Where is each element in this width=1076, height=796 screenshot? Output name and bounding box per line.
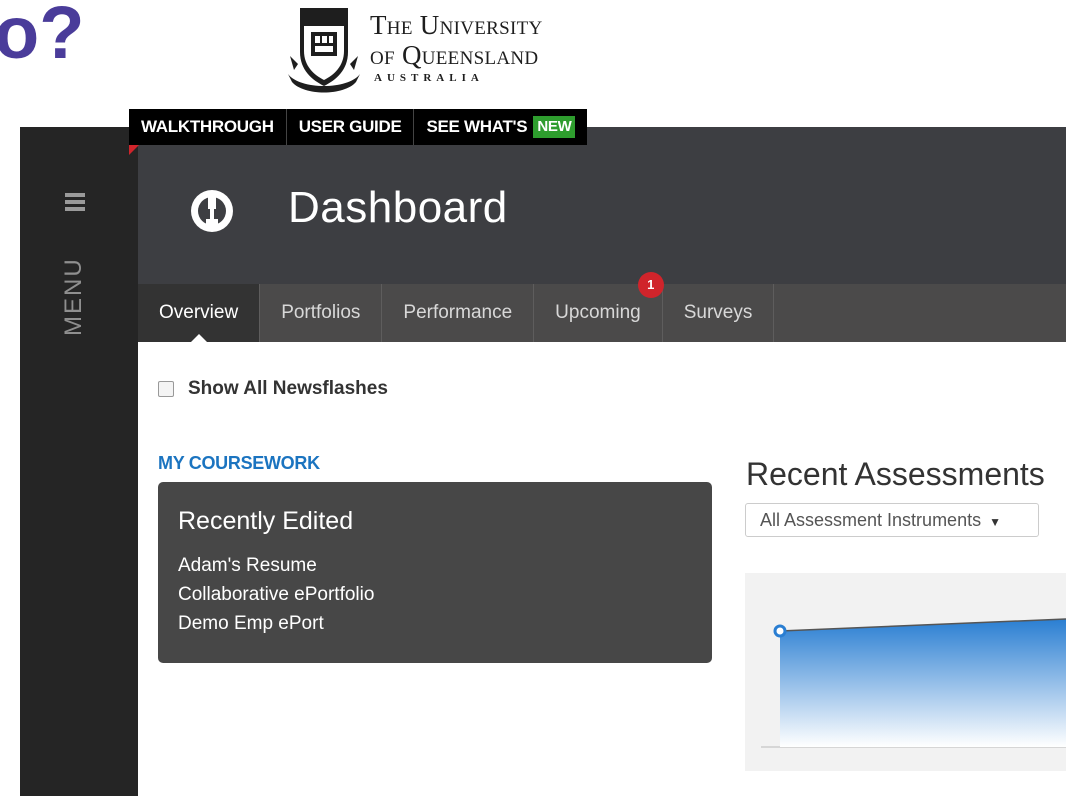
dropdown-caret-icon: ▼ [989,515,1001,529]
show-newsflashes-toggle[interactable]: Show All Newsflashes [158,378,388,400]
tab-performance[interactable]: Performance [382,284,535,342]
overview-content: Show All Newsflashes MY COURSEWORK Recen… [138,342,1067,796]
recently-edited-card: Recently Edited Adam's Resume Collaborat… [158,482,712,663]
university-crest-icon [288,8,360,93]
dashboard-gauge-icon [191,190,233,232]
page-header: Dashboard [138,127,1066,284]
tab-upcoming-label: Upcoming [555,302,641,323]
university-name-line1: The University [370,10,543,40]
university-name-line2: of Queensland [370,40,539,70]
recent-item-demo-emp-eport[interactable]: Demo Emp ePort [178,609,374,638]
new-badge: NEW [533,116,576,138]
whats-new-link[interactable]: SEE WHAT'S NEW [414,109,587,145]
recently-edited-list: Adam's Resume Collaborative ePortfolio D… [178,551,374,638]
slide-title-fragment: o? [0,0,85,74]
recent-assessments-chart [745,573,1067,771]
page-title: Dashboard [288,183,508,232]
show-newsflashes-label: Show All Newsflashes [188,378,388,399]
app-window: MENU Dashboard Overview Portfolios Perfo… [20,127,1067,796]
assessment-instrument-select[interactable]: All Assessment Instruments ▼ [745,503,1039,537]
recent-item-adams-resume[interactable]: Adam's Resume [178,551,374,580]
tab-portfolios[interactable]: Portfolios [260,284,383,342]
user-guide-link[interactable]: USER GUIDE [287,109,415,145]
assessment-instrument-value: All Assessment Instruments [760,510,982,530]
chart-point[interactable] [773,624,787,638]
red-corner-marker [129,145,139,155]
tab-overview[interactable]: Overview [138,284,261,342]
chart-area-fill [780,619,1066,747]
recently-edited-title: Recently Edited [178,507,354,535]
university-country: AUSTRALIA [374,72,484,84]
upcoming-count-badge: 1 [637,272,664,298]
dashboard-tabs: Overview Portfolios Performance Upcoming… [138,272,1066,342]
tab-upcoming[interactable]: Upcoming 1 [534,272,664,342]
assessment-area-chart [761,618,1067,748]
walkthrough-link[interactable]: WALKTHROUGH [129,109,287,145]
menu-toggle-label[interactable]: MENU [60,252,90,342]
recent-item-collaborative-eportfolio[interactable]: Collaborative ePortfolio [178,580,374,609]
top-help-nav: WALKTHROUGH USER GUIDE SEE WHAT'S NEW [129,109,588,145]
sidebar: MENU [20,127,138,796]
show-newsflashes-checkbox[interactable] [158,381,174,397]
hamburger-menu-icon[interactable] [65,193,85,211]
recent-assessments-title: Recent Assessments [746,456,1045,492]
tab-surveys[interactable]: Surveys [663,284,775,342]
whats-new-label: SEE WHAT'S [426,117,528,136]
my-coursework-heading[interactable]: MY COURSEWORK [158,453,320,474]
university-logo: The University of Queensland AUSTRALIA [286,4,586,96]
